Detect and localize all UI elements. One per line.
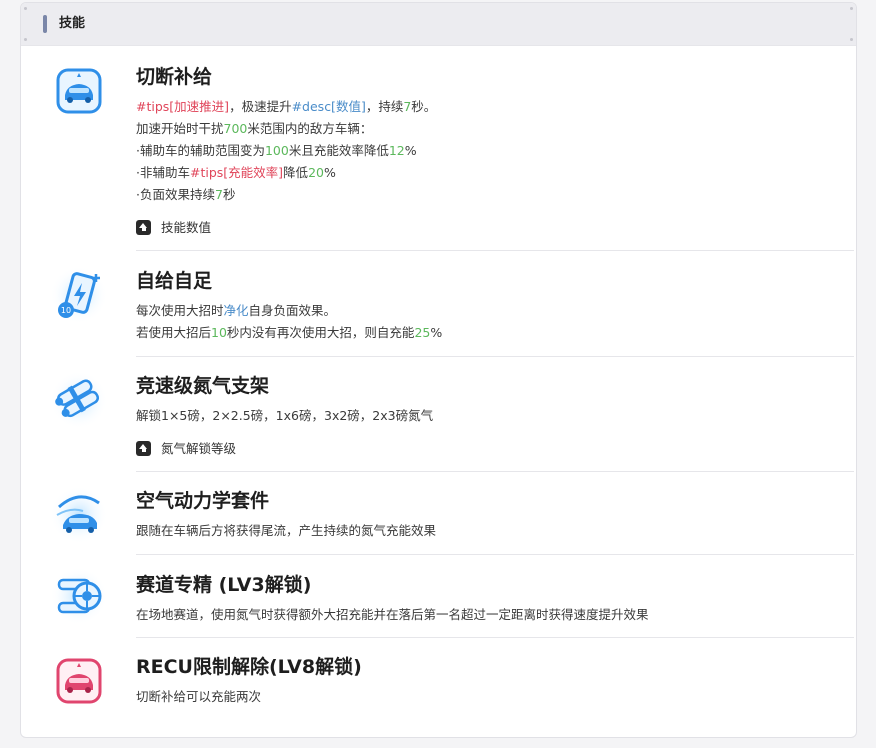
battery-charge-icon: 10 (49, 265, 109, 325)
desc-text: #desc[数值] (291, 99, 366, 114)
plain-text: 米且充能效率降低 (288, 143, 389, 158)
tip-text: #tips[加速推进] (136, 99, 230, 114)
car-boost-icon (49, 61, 109, 121)
tire-track-icon (49, 566, 109, 626)
plain-text: 若使用大招后 (136, 325, 212, 340)
num-text: 100 (264, 143, 289, 158)
skill-name: 空气动力学套件 (136, 490, 270, 512)
car-boost-pink-icon (49, 651, 109, 711)
skill-description: 解锁1×5磅，2×2.5磅，1x6磅，3x2磅，2x3磅氮气 (136, 405, 433, 427)
plain-text: 每次使用大招时 (136, 303, 224, 318)
skill-description: 每次使用大招时净化自身负面效果。 若使用大招后10秒内没有再次使用大招，则自充能2… (136, 300, 442, 344)
plain-text: 跟随在车辆后方将获得尾流，产生持续的氮气充能效果 (136, 523, 437, 538)
num-text: 25 (414, 325, 431, 340)
num-text: 7 (214, 187, 223, 202)
plain-text: ，持续 (365, 99, 404, 114)
num-text: 10 (211, 325, 227, 340)
plain-text: % (323, 165, 336, 180)
description-line: 加速开始时干扰700米范围内的敌方车辆： (136, 118, 436, 140)
description-line: 若使用大招后10秒内没有再次使用大招，则自充能25% (136, 322, 442, 344)
description-line: 每次使用大招时净化自身负面效果。 (136, 300, 442, 322)
description-line: ·辅助车的辅助范围变为100米且充能效率降低12% (136, 140, 436, 162)
num-text: 700 (223, 121, 248, 136)
num-text: 20 (308, 165, 324, 180)
description-line: 解锁1×5磅，2×2.5磅，1x6磅，3x2磅，2x3磅氮气 (136, 405, 433, 427)
plain-text: 降低 (283, 165, 309, 180)
plain-text: 自身负面效果。 (248, 303, 337, 318)
aero-car-icon (49, 485, 109, 545)
skill-values-toggle-button[interactable]: 技能数值 (136, 218, 211, 238)
skill-name: 切断补给 (136, 66, 213, 88)
plain-text: 秒 (222, 187, 236, 202)
skill-description: #tips[加速推进]，极速提升#desc[数值]，持续7秒。 加速开始时干扰70… (136, 96, 436, 206)
plain-text: ·负面效果持续 (136, 187, 215, 202)
corner-dot (850, 7, 853, 10)
corner-dot (24, 7, 27, 10)
skill-name: 赛道专精 (LV3解锁) (136, 574, 312, 596)
plain-text: 秒内没有再次使用大招，则自充能 (226, 325, 415, 340)
skill-name: 自给自足 (136, 270, 213, 292)
divider (136, 471, 854, 472)
plain-text: % (404, 143, 417, 158)
skill-description: 切断补给可以充能两次 (136, 686, 261, 708)
description-line: #tips[加速推进]，极速提升#desc[数值]，持续7秒。 (136, 96, 436, 118)
description-line: 切断补给可以充能两次 (136, 686, 261, 708)
plain-text: % (430, 325, 443, 340)
divider (136, 356, 854, 357)
plain-text: 米范围内的敌方车辆： (247, 121, 373, 136)
description-line: ·非辅助车#tips[充能效率]降低20% (136, 162, 436, 184)
plain-text: 切断补给可以充能两次 (136, 689, 262, 704)
description-line: ·负面效果持续7秒 (136, 184, 436, 206)
panel-title: 技能 (59, 16, 86, 31)
description-line: 跟随在车辆后方将获得尾流，产生持续的氮气充能效果 (136, 520, 436, 542)
tip-text: #tips[充能效率] (189, 165, 284, 180)
nitro-tanks-icon (49, 370, 109, 430)
divider (136, 250, 854, 251)
plain-text: 秒。 (411, 99, 437, 114)
toggle-label: 技能数值 (161, 220, 212, 235)
skill-name: 竞速级氮气支架 (136, 375, 270, 397)
skill-name: RECU限制解除(LV8解锁) (136, 656, 362, 678)
plain-text: ·非辅助车 (136, 165, 190, 180)
plain-text: 在场地赛道，使用氮气时获得额外大招充能并在落后第一名超过一定距离时获得速度提升效… (136, 607, 649, 622)
panel-header: 技能 (21, 3, 856, 46)
corner-dot (24, 38, 27, 41)
divider (136, 554, 854, 555)
skills-panel: 技能 切断补给 #tips[加速推进]，极速提升#desc[数值]，持续7秒。加… (20, 2, 857, 738)
upload-icon (136, 441, 151, 456)
upload-icon (136, 220, 151, 235)
description-line: 在场地赛道，使用氮气时获得额外大招充能并在落后第一名超过一定距离时获得速度提升效… (136, 604, 649, 626)
divider (136, 637, 854, 638)
plain-text: 加速开始时干扰 (136, 121, 224, 136)
plain-text: 解锁1×5磅，2×2.5磅，1x6磅，3x2磅，2x3磅氮气 (136, 408, 434, 423)
toggle-label: 氮气解锁等级 (161, 441, 237, 456)
plain-text: ·辅助车的辅助范围变为 (136, 143, 265, 158)
desc-text: 净化 (223, 303, 249, 318)
svg-text:10: 10 (61, 306, 71, 315)
nitro-unlock-level-toggle-button[interactable]: 氮气解锁等级 (136, 439, 236, 459)
skill-description: 在场地赛道，使用氮气时获得额外大招充能并在落后第一名超过一定距离时获得速度提升效… (136, 604, 649, 626)
num-text: 12 (388, 143, 405, 158)
skill-description: 跟随在车辆后方将获得尾流，产生持续的氮气充能效果 (136, 520, 436, 542)
corner-dot (850, 38, 853, 41)
header-accent-bar (43, 15, 47, 33)
plain-text: ，极速提升 (229, 99, 292, 114)
